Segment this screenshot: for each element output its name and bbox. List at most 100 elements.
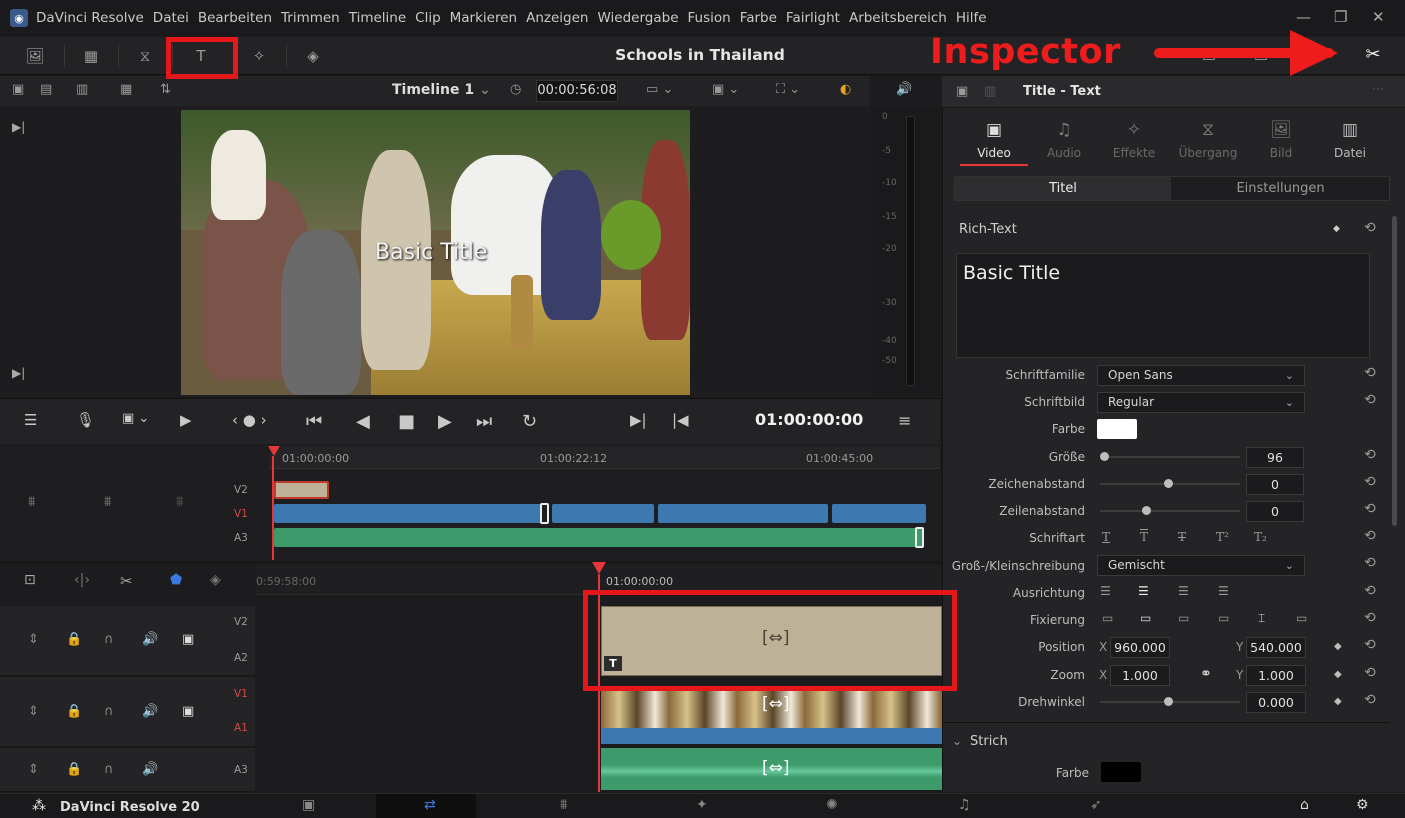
anchor-middle-icon[interactable]: ▭ [1140, 611, 1151, 625]
headphones-icon[interactable]: ∩ [104, 632, 114, 647]
menu-item-datei[interactable]: Datei [153, 10, 189, 26]
title-overlay-text[interactable]: Basic Title [375, 240, 487, 265]
stop-icon[interactable]: ■ [398, 411, 415, 432]
menu-item-arbeitsbereich[interactable]: Arbeitsbereich [849, 10, 947, 26]
inspector-icon[interactable]: ✂ [1362, 45, 1384, 65]
reverse-play-icon[interactable]: ◀ [356, 411, 370, 432]
thumb-view-icon[interactable]: ▥ [76, 82, 88, 97]
safe-area-icon[interactable]: ⛶ ⌄ [776, 82, 800, 97]
inspector-view-icon[interactable]: ▣ [956, 84, 968, 99]
menu-item-clip[interactable]: Clip [415, 10, 441, 26]
track-select-icon[interactable]: ⇕ [28, 632, 39, 647]
zoom-y-value[interactable]: 1.000 [1246, 665, 1306, 686]
font-family-dropdown[interactable]: Open Sans ⌄ [1097, 365, 1305, 386]
nav-marker-icon[interactable]: ‹ ● › [232, 411, 267, 429]
clip-mode-icon[interactable]: ▶ [180, 411, 192, 429]
transitions-icon[interactable]: ⧖ [134, 46, 156, 66]
cut-page-icon[interactable]: ⇄ [424, 797, 436, 813]
clip-handle[interactable] [915, 527, 924, 548]
playhead-marker[interactable] [268, 446, 280, 456]
menu-item-timeline[interactable]: Timeline [349, 10, 406, 26]
reset-icon[interactable]: ⟲ [1364, 447, 1376, 463]
align-justify-icon[interactable]: ☰ [1218, 584, 1229, 598]
skip-forward-icon[interactable]: ⏭ [476, 411, 492, 432]
effects-icon[interactable]: ✧ [248, 46, 270, 66]
media-page-icon[interactable]: ▣ [302, 797, 315, 813]
clip-handle[interactable] [540, 503, 549, 524]
media-pool-icon[interactable]: 🖼 [24, 46, 46, 66]
menu-item-bearbeiten[interactable]: Bearbeiten [198, 10, 272, 26]
reset-icon[interactable]: ⟲ [1364, 665, 1376, 681]
anchor-left-icon[interactable]: ▭ [1218, 611, 1229, 625]
size-slider-knob[interactable] [1100, 452, 1109, 461]
skip-back-icon[interactable]: ⏮ [306, 411, 322, 432]
film-icon[interactable]: ▣ [182, 632, 194, 647]
reset-icon[interactable]: ⟲ [1364, 528, 1376, 544]
reset-icon[interactable]: ⟲ [1364, 501, 1376, 517]
fairlight-page-icon[interactable]: ♫ [958, 797, 971, 813]
align-center-icon[interactable]: ☰ [1138, 584, 1149, 598]
keyframe-diamond-icon[interactable]: ◆ [1333, 224, 1340, 234]
close-icon[interactable]: ✕ [1372, 8, 1385, 26]
inspector-split-icon[interactable]: ▥ [984, 84, 996, 99]
subtab-titel[interactable]: Titel [955, 177, 1171, 200]
resolve-logo-icon[interactable]: ◉ [10, 9, 28, 27]
menu-item-trimmen[interactable]: Trimmen [281, 10, 340, 26]
deliver-page-icon[interactable]: ➶ [1090, 797, 1102, 813]
lock-icon[interactable]: 🔒 [66, 762, 82, 777]
rich-text-editor[interactable]: Basic Title [956, 253, 1370, 358]
maximize-icon[interactable]: ❐ [1334, 8, 1347, 26]
anchor-right-icon[interactable]: ▭ [1296, 611, 1307, 625]
subscript-icon[interactable]: T₂ [1254, 530, 1267, 544]
poi-icon[interactable]: ▣ ⌄ [122, 411, 149, 426]
anchor-bottom-icon[interactable]: ▭ [1178, 611, 1189, 625]
razor-icon[interactable]: ✂ [120, 572, 133, 590]
list-view-icon[interactable]: ▤ [40, 82, 52, 97]
track-select-icon[interactable]: ⇕ [28, 762, 39, 777]
timecode-display[interactable]: 00:00:56:08 [536, 80, 618, 102]
menu-item-wiedergabe[interactable]: Wiedergabe [597, 10, 678, 26]
flag-icon[interactable]: ⬟ [170, 572, 182, 588]
overline-icon[interactable]: T [1140, 530, 1148, 544]
fusion-page-icon[interactable]: ✦ [696, 797, 708, 813]
reset-icon[interactable]: ⟲ [1364, 392, 1376, 408]
reset-icon[interactable]: ⟲ [1364, 365, 1376, 381]
keyframe-icon[interactable]: ◈ [302, 46, 324, 66]
size-slider[interactable] [1100, 456, 1240, 458]
grid-view-icon[interactable]: ▦ [120, 82, 132, 97]
speaker-icon[interactable]: 🔊 [142, 762, 158, 777]
tracking-slider-knob[interactable] [1164, 479, 1173, 488]
viewer-mode-icon[interactable]: ▣ [12, 82, 24, 97]
minimize-icon[interactable]: — [1296, 8, 1311, 26]
tab-audio[interactable]: Audio [1029, 146, 1099, 160]
track-tool-icon[interactable]: ⩩ [104, 494, 111, 510]
mark-out-icon[interactable]: |◀ [672, 411, 689, 429]
zoom-x-value[interactable]: 1.000 [1110, 665, 1170, 686]
video-clip-mini[interactable] [658, 504, 828, 523]
align-right-icon[interactable]: ☰ [1178, 584, 1189, 598]
edit-page-icon[interactable]: ⩩ [560, 797, 567, 813]
lock-icon[interactable]: 🔒 [66, 632, 82, 647]
more-options-icon[interactable]: ··· [1372, 82, 1383, 96]
reset-icon[interactable]: ⟲ [1364, 692, 1376, 708]
viewer-size-icon[interactable]: ▭ ⌄ [646, 82, 673, 97]
inspector-scrollbar[interactable] [1392, 216, 1397, 526]
keyframe-diamond-icon[interactable]: ◆ [1334, 641, 1342, 652]
go-end-icon[interactable]: ▶| [12, 366, 25, 380]
keyframe-diamond-icon[interactable]: ◆ [1334, 696, 1342, 707]
reset-icon[interactable]: ⟲ [1364, 583, 1376, 599]
file-tab-icon[interactable]: ▥ [1320, 120, 1380, 140]
settings-sliders-icon[interactable]: ☰ [24, 411, 37, 429]
color-swatch-white[interactable] [1097, 419, 1137, 439]
menu-item-anzeigen[interactable]: Anzeigen [526, 10, 588, 26]
speaker-icon[interactable]: 🔊 [142, 704, 158, 719]
menu-item-fusion[interactable]: Fusion [688, 10, 731, 26]
reset-icon[interactable]: ⟲ [1364, 610, 1376, 626]
tab-effekte[interactable]: Effekte [1099, 146, 1169, 160]
link-icon[interactable]: ⚭ [1200, 666, 1212, 682]
trim-icon[interactable]: ‹|› [74, 572, 90, 588]
tab-datei[interactable]: Datei [1315, 146, 1385, 160]
size-value[interactable]: 96 [1246, 447, 1304, 468]
marker-icon[interactable]: ◈ [210, 572, 221, 588]
home-icon[interactable]: ⌂ [1300, 797, 1309, 813]
